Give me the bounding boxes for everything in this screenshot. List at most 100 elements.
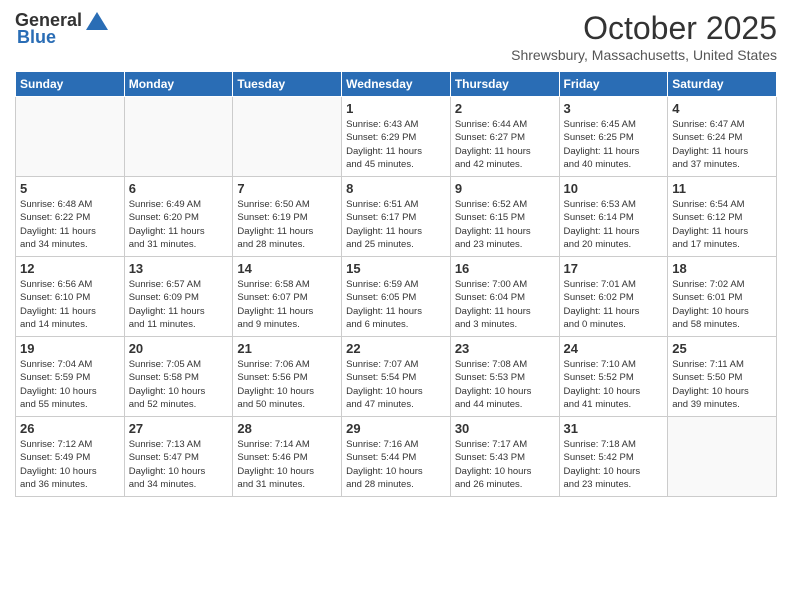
- day-number: 12: [20, 261, 120, 276]
- day-cell-25: 25 Sunrise: 7:11 AM Sunset: 5:50 PM Dayli…: [668, 337, 777, 417]
- day-cell-28: 28Sunrise: 7:14 AM Sunset: 5:46 PM Dayli…: [233, 417, 342, 497]
- page-container: General Blue October 2025 Shrewsbury, Ma…: [0, 0, 792, 507]
- day-cell-5: 5 Sunrise: 6:48 AM Sunset: 6:22 PM Daylig…: [16, 177, 125, 257]
- day-cell-24: 24Sunrise: 7:10 AM Sunset: 5:52 PM Dayli…: [559, 337, 668, 417]
- day-info: Sunrise: 7:13 AM Sunset: 5:47 PM Dayligh…: [129, 438, 229, 491]
- day-number: 4: [672, 101, 772, 116]
- logo-icon: [86, 12, 108, 30]
- day-cell-4: 4Sunrise: 6:47 AM Sunset: 6:24 PM Daylig…: [668, 97, 777, 177]
- empty-cell: [16, 97, 125, 177]
- day-number: 7: [237, 181, 337, 196]
- day-info: Sunrise: 7:17 AM Sunset: 5:43 PM Dayligh…: [455, 438, 555, 491]
- day-cell-27: 27 Sunrise: 7:13 AM Sunset: 5:47 PM Dayli…: [124, 417, 233, 497]
- day-number: 13: [129, 261, 229, 276]
- day-info: Sunrise: 6:59 AM Sunset: 6:05 PM Dayligh…: [346, 278, 446, 331]
- day-number: 14: [237, 261, 337, 276]
- day-cell-19: 19 Sunrise: 7:04 AM Sunset: 5:59 PM Dayli…: [16, 337, 125, 417]
- day-cell-21: 21 Sunrise: 7:06 AM Sunset: 5:56 PM Dayli…: [233, 337, 342, 417]
- day-cell-8: 8Sunrise: 6:51 AM Sunset: 6:17 PM Daylig…: [342, 177, 451, 257]
- day-info: Sunrise: 7:04 AM Sunset: 5:59 PM Dayligh…: [20, 358, 120, 411]
- day-cell-6: 6 Sunrise: 6:49 AM Sunset: 6:20 PM Daylig…: [124, 177, 233, 257]
- week-row-2: 5 Sunrise: 6:48 AM Sunset: 6:22 PM Daylig…: [16, 177, 777, 257]
- week-row-4: 19 Sunrise: 7:04 AM Sunset: 5:59 PM Dayli…: [16, 337, 777, 417]
- day-cell-15: 15 Sunrise: 6:59 AM Sunset: 6:05 PM Dayli…: [342, 257, 451, 337]
- title-block: October 2025 Shrewsbury, Massachusetts, …: [511, 10, 777, 63]
- location: Shrewsbury, Massachusetts, United States: [511, 47, 777, 63]
- empty-cell: [124, 97, 233, 177]
- day-info: Sunrise: 7:01 AM Sunset: 6:02 PM Dayligh…: [564, 278, 664, 331]
- day-cell-2: 2 Sunrise: 6:44 AM Sunset: 6:27 PM Daylig…: [450, 97, 559, 177]
- day-cell-23: 23 Sunrise: 7:08 AM Sunset: 5:53 PM Dayli…: [450, 337, 559, 417]
- day-cell-18: 18Sunrise: 7:02 AM Sunset: 6:01 PM Dayli…: [668, 257, 777, 337]
- day-info: Sunrise: 7:05 AM Sunset: 5:58 PM Dayligh…: [129, 358, 229, 411]
- day-number: 2: [455, 101, 555, 116]
- day-number: 29: [346, 421, 446, 436]
- day-info: Sunrise: 7:02 AM Sunset: 6:01 PM Dayligh…: [672, 278, 772, 331]
- day-number: 23: [455, 341, 555, 356]
- day-cell-31: 31Sunrise: 7:18 AM Sunset: 5:42 PM Dayli…: [559, 417, 668, 497]
- day-info: Sunrise: 7:16 AM Sunset: 5:44 PM Dayligh…: [346, 438, 446, 491]
- week-row-3: 12 Sunrise: 6:56 AM Sunset: 6:10 PM Dayli…: [16, 257, 777, 337]
- day-cell-13: 13Sunrise: 6:57 AM Sunset: 6:09 PM Dayli…: [124, 257, 233, 337]
- page-header: General Blue October 2025 Shrewsbury, Ma…: [15, 10, 777, 63]
- day-number: 1: [346, 101, 446, 116]
- month-title: October 2025: [511, 10, 777, 47]
- day-header-sunday: Sunday: [16, 72, 125, 97]
- day-number: 10: [564, 181, 664, 196]
- day-info: Sunrise: 7:00 AM Sunset: 6:04 PM Dayligh…: [455, 278, 555, 331]
- day-number: 19: [20, 341, 120, 356]
- day-info: Sunrise: 7:12 AM Sunset: 5:49 PM Dayligh…: [20, 438, 120, 491]
- day-cell-16: 16Sunrise: 7:00 AM Sunset: 6:04 PM Dayli…: [450, 257, 559, 337]
- day-number: 3: [564, 101, 664, 116]
- calendar-table: SundayMondayTuesdayWednesdayThursdayFrid…: [15, 71, 777, 497]
- day-cell-29: 29 Sunrise: 7:16 AM Sunset: 5:44 PM Dayli…: [342, 417, 451, 497]
- day-number: 21: [237, 341, 337, 356]
- day-info: Sunrise: 7:11 AM Sunset: 5:50 PM Dayligh…: [672, 358, 772, 411]
- empty-cell: [233, 97, 342, 177]
- day-cell-7: 7 Sunrise: 6:50 AM Sunset: 6:19 PM Daylig…: [233, 177, 342, 257]
- week-row-5: 26 Sunrise: 7:12 AM Sunset: 5:49 PM Dayli…: [16, 417, 777, 497]
- day-number: 11: [672, 181, 772, 196]
- day-info: Sunrise: 6:48 AM Sunset: 6:22 PM Dayligh…: [20, 198, 120, 251]
- day-info: Sunrise: 6:58 AM Sunset: 6:07 PM Dayligh…: [237, 278, 337, 331]
- empty-cell: [668, 417, 777, 497]
- day-header-wednesday: Wednesday: [342, 72, 451, 97]
- week-row-1: 1 Sunrise: 6:43 AM Sunset: 6:29 PM Daylig…: [16, 97, 777, 177]
- day-number: 25: [672, 341, 772, 356]
- day-cell-17: 17 Sunrise: 7:01 AM Sunset: 6:02 PM Dayli…: [559, 257, 668, 337]
- day-info: Sunrise: 6:49 AM Sunset: 6:20 PM Dayligh…: [129, 198, 229, 251]
- day-cell-22: 22 Sunrise: 7:07 AM Sunset: 5:54 PM Dayli…: [342, 337, 451, 417]
- day-info: Sunrise: 7:18 AM Sunset: 5:42 PM Dayligh…: [564, 438, 664, 491]
- day-cell-1: 1 Sunrise: 6:43 AM Sunset: 6:29 PM Daylig…: [342, 97, 451, 177]
- day-cell-12: 12 Sunrise: 6:56 AM Sunset: 6:10 PM Dayli…: [16, 257, 125, 337]
- logo-blue-text: Blue: [15, 27, 56, 48]
- day-cell-20: 20 Sunrise: 7:05 AM Sunset: 5:58 PM Dayli…: [124, 337, 233, 417]
- day-number: 24: [564, 341, 664, 356]
- day-info: Sunrise: 6:44 AM Sunset: 6:27 PM Dayligh…: [455, 118, 555, 171]
- day-cell-3: 3 Sunrise: 6:45 AM Sunset: 6:25 PM Daylig…: [559, 97, 668, 177]
- day-header-friday: Friday: [559, 72, 668, 97]
- day-info: Sunrise: 6:45 AM Sunset: 6:25 PM Dayligh…: [564, 118, 664, 171]
- day-number: 28: [237, 421, 337, 436]
- day-number: 8: [346, 181, 446, 196]
- day-info: Sunrise: 6:52 AM Sunset: 6:15 PM Dayligh…: [455, 198, 555, 251]
- day-number: 17: [564, 261, 664, 276]
- day-info: Sunrise: 6:53 AM Sunset: 6:14 PM Dayligh…: [564, 198, 664, 251]
- day-cell-14: 14 Sunrise: 6:58 AM Sunset: 6:07 PM Dayli…: [233, 257, 342, 337]
- day-info: Sunrise: 7:06 AM Sunset: 5:56 PM Dayligh…: [237, 358, 337, 411]
- day-number: 6: [129, 181, 229, 196]
- day-number: 5: [20, 181, 120, 196]
- logo: General Blue: [15, 10, 108, 48]
- day-number: 26: [20, 421, 120, 436]
- day-info: Sunrise: 6:50 AM Sunset: 6:19 PM Dayligh…: [237, 198, 337, 251]
- day-info: Sunrise: 6:43 AM Sunset: 6:29 PM Dayligh…: [346, 118, 446, 171]
- day-number: 9: [455, 181, 555, 196]
- day-number: 27: [129, 421, 229, 436]
- day-number: 15: [346, 261, 446, 276]
- day-info: Sunrise: 7:07 AM Sunset: 5:54 PM Dayligh…: [346, 358, 446, 411]
- day-number: 20: [129, 341, 229, 356]
- day-info: Sunrise: 7:08 AM Sunset: 5:53 PM Dayligh…: [455, 358, 555, 411]
- day-cell-9: 9 Sunrise: 6:52 AM Sunset: 6:15 PM Daylig…: [450, 177, 559, 257]
- day-info: Sunrise: 6:56 AM Sunset: 6:10 PM Dayligh…: [20, 278, 120, 331]
- day-number: 22: [346, 341, 446, 356]
